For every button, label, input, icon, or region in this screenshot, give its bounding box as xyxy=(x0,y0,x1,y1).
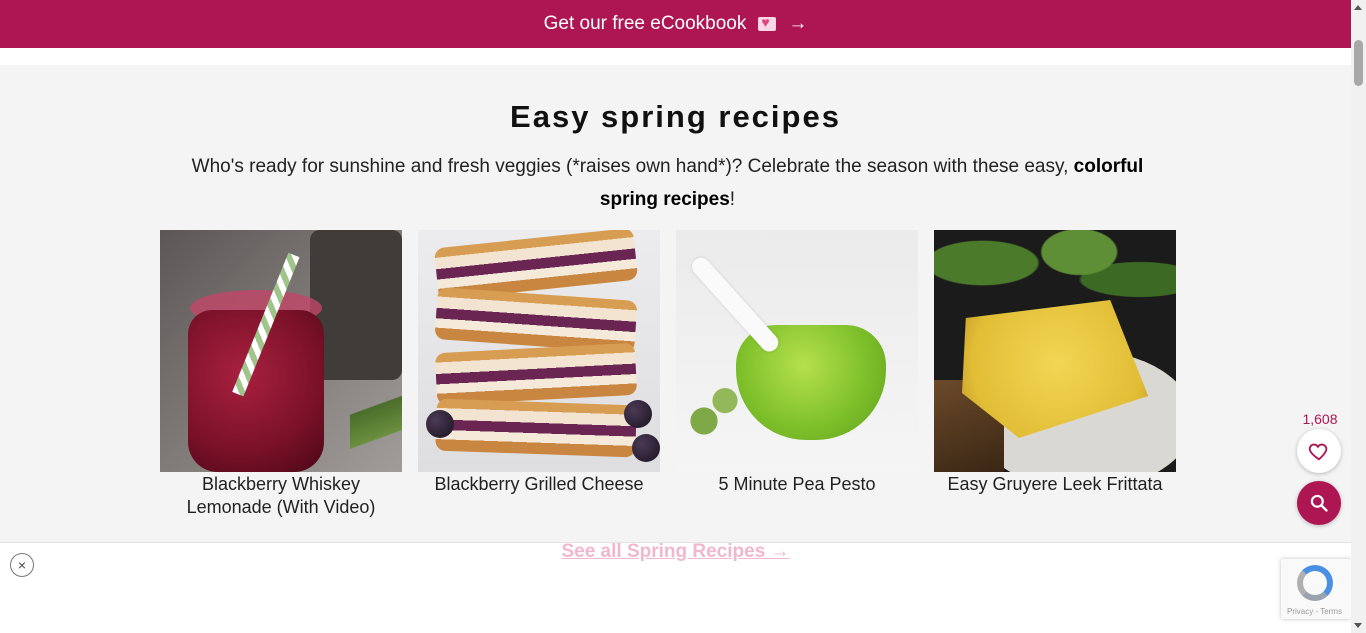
recipe-image[interactable] xyxy=(934,230,1176,472)
recipe-grid: Blackberry Whiskey Lemonade (With Video)… xyxy=(160,230,1176,519)
recipe-title[interactable]: Blackberry Grilled Cheese xyxy=(418,473,660,496)
recipe-card[interactable]: Blackberry Whiskey Lemonade (With Video) xyxy=(160,230,402,519)
intro-text: Who's ready for sunshine and fresh veggi… xyxy=(191,156,1074,177)
see-all-link[interactable]: See all Spring Recipes → xyxy=(0,541,1351,563)
banner-arrow: → xyxy=(788,13,808,34)
recipe-card[interactable]: 5 Minute Pea Pesto xyxy=(676,230,918,519)
recipe-image[interactable] xyxy=(418,230,660,472)
recipe-card[interactable]: Blackberry Grilled Cheese xyxy=(418,230,660,519)
recaptcha-badge[interactable]: Privacy - Terms xyxy=(1281,559,1351,619)
recipe-title[interactable]: Blackberry Whiskey Lemonade (With Video) xyxy=(160,473,402,519)
love-letter-icon xyxy=(758,14,777,31)
heart-icon xyxy=(1308,443,1328,461)
section-title: Easy spring recipes xyxy=(510,99,841,134)
ecookbook-banner[interactable]: Get our free eCookbook → xyxy=(0,0,1351,48)
search-button[interactable] xyxy=(1297,481,1341,525)
vertical-scrollbar[interactable] xyxy=(1351,0,1366,633)
recipe-title[interactable]: Easy Gruyere Leek Frittata xyxy=(934,473,1176,496)
recipe-title[interactable]: 5 Minute Pea Pesto xyxy=(676,473,918,496)
scroll-thumb[interactable] xyxy=(1354,40,1363,86)
recaptcha-terms[interactable]: Privacy - Terms xyxy=(1287,607,1342,616)
favorite-button[interactable] xyxy=(1297,429,1341,473)
recipe-image[interactable] xyxy=(160,230,402,472)
banner-text[interactable]: Get our free eCookbook xyxy=(544,13,747,35)
spring-recipes-section: Easy spring recipes Who's ready for suns… xyxy=(0,65,1351,542)
close-ad-button[interactable]: × xyxy=(10,553,34,577)
recipe-card[interactable]: Easy Gruyere Leek Frittata xyxy=(934,230,1176,519)
intro-end: ! xyxy=(729,189,736,210)
section-intro: Who's ready for sunshine and fresh veggi… xyxy=(175,150,1160,216)
search-icon xyxy=(1310,494,1328,512)
scroll-up-arrow[interactable] xyxy=(1354,5,1362,10)
recaptcha-logo xyxy=(1297,565,1333,601)
favorites-count: 1,608 xyxy=(1302,411,1338,427)
close-icon: × xyxy=(17,557,27,573)
scroll-down-arrow[interactable] xyxy=(1354,623,1362,628)
recipe-image[interactable] xyxy=(676,230,918,472)
